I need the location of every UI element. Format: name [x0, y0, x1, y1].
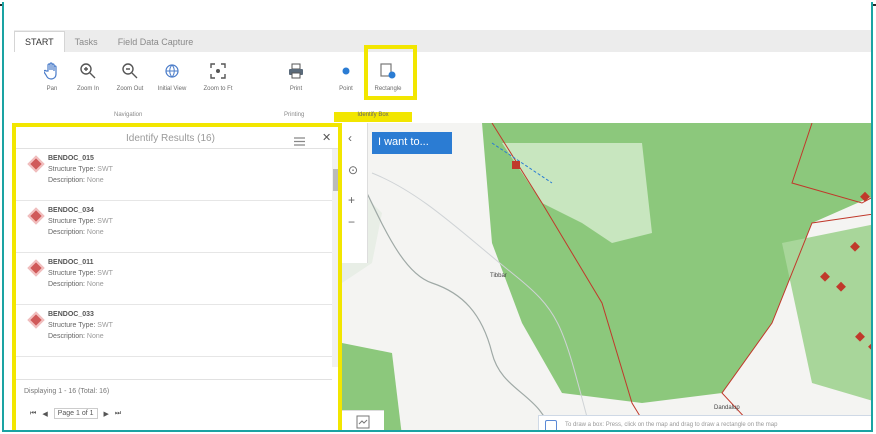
description-label: Description: — [48, 281, 85, 288]
results-list: BENDOC_015 Structure Type: SWT Descripti… — [16, 149, 332, 367]
basemap-toggle-button[interactable] — [342, 410, 384, 430]
pager: ⏮ ◀ Page 1 of 1 ▶ ⏭ — [30, 408, 121, 419]
group-identify-box-label: Identify Box — [334, 112, 412, 122]
identify-results-panel: Identify Results (16) ✕ BENDOC_015 Struc… — [12, 123, 342, 430]
point-button[interactable]: Point — [326, 60, 366, 92]
fit-extent-icon — [207, 60, 229, 82]
map-view[interactable]: ‹ ⊙ + − I want to... Tibbar Dandalup To … — [342, 123, 871, 430]
group-printing-label: Printing — [284, 112, 305, 118]
hand-icon — [41, 60, 63, 82]
displaying-count: Displaying 1 - 16 (Total: 16) — [24, 388, 110, 395]
tab-tasks[interactable]: Tasks — [65, 32, 108, 52]
list-item[interactable]: BENDOC_034 Structure Type: SWT Descripti… — [16, 201, 332, 253]
zoom-to-fit-button[interactable]: Zoom to Ft — [198, 60, 238, 92]
zoom-in-button[interactable]: Zoom In — [68, 60, 108, 92]
initial-view-button[interactable]: Initial View — [152, 60, 192, 92]
map-place-label: Tibbar — [490, 273, 507, 279]
point-label: Point — [339, 86, 353, 92]
rectangle-tool-highlight — [364, 45, 417, 100]
feature-marker-icon — [27, 259, 45, 277]
panel-footer: Displaying 1 - 16 (Total: 16) ⏮ ◀ Page 1… — [16, 379, 332, 419]
description-label: Description: — [48, 229, 85, 236]
zoom-out-icon — [119, 60, 141, 82]
result-name: BENDOC_034 — [48, 207, 94, 214]
first-page-icon[interactable]: ⏮ — [30, 410, 36, 418]
structure-type-label: Structure Type: — [48, 322, 96, 329]
structure-type-label: Structure Type: — [48, 166, 96, 173]
drawing-instruction-banner: To draw a box: Press, click on the map a… — [538, 415, 871, 430]
last-page-icon[interactable]: ⏭ — [115, 410, 121, 418]
map-canvas — [342, 123, 871, 430]
locate-icon[interactable]: ⊙ — [348, 163, 358, 177]
next-page-icon[interactable]: ▶ — [104, 410, 109, 418]
rectangle-draw-icon — [545, 420, 557, 430]
collapse-panel-icon[interactable]: ‹ — [348, 131, 352, 145]
print-label: Print — [289, 86, 303, 92]
structure-type-value: SWT — [97, 322, 113, 329]
scrollbar-thumb[interactable] — [333, 169, 338, 191]
description-value: None — [86, 229, 104, 236]
zoom-out-button[interactable]: Zoom Out — [110, 60, 150, 92]
structure-type-value: SWT — [97, 270, 113, 277]
structure-type-value: SWT — [97, 166, 113, 173]
feature-marker-icon — [27, 311, 45, 329]
panel-header: Identify Results (16) ✕ — [16, 127, 338, 149]
list-item[interactable]: BENDOC_015 Structure Type: SWT Descripti… — [16, 149, 332, 201]
feature-marker-icon — [27, 155, 45, 173]
zoom-in-label: Zoom In — [76, 86, 99, 92]
zoom-to-fit-label: Zoom to Ft — [203, 86, 233, 92]
i-want-to-button[interactable]: I want to... — [372, 132, 452, 154]
group-navigation-label: Navigation — [114, 112, 143, 118]
pan-button[interactable]: Pan — [32, 60, 72, 92]
layers-icon — [356, 415, 370, 429]
structure-type-label: Structure Type: — [48, 218, 96, 225]
description-value: None — [86, 281, 104, 288]
result-name: BENDOC_033 — [48, 311, 94, 318]
feature-marker-icon — [27, 207, 45, 225]
result-name: BENDOC_015 — [48, 155, 94, 162]
tab-field-data-capture[interactable]: Field Data Capture — [108, 32, 204, 52]
zoom-minus-icon[interactable]: − — [348, 215, 355, 229]
results-scrollbar[interactable] — [332, 149, 338, 367]
pan-label: Pan — [46, 86, 58, 92]
ribbon-tab-bar: START Tasks Field Data Capture — [14, 30, 871, 52]
description-label: Description: — [48, 333, 85, 340]
description-value: None — [86, 177, 104, 184]
initial-view-label: Initial View — [157, 86, 187, 92]
structure-type-value: SWT — [97, 218, 113, 225]
drawing-instruction-text: To draw a box: Press, click on the map a… — [565, 422, 778, 428]
description-label: Description: — [48, 177, 85, 184]
globe-icon — [161, 60, 183, 82]
point-icon — [335, 60, 357, 82]
description-value: None — [86, 333, 104, 340]
zoom-out-label: Zoom Out — [116, 86, 144, 92]
printer-icon — [285, 60, 307, 82]
panel-title: Identify Results (16) — [126, 133, 215, 144]
close-icon[interactable]: ✕ — [322, 131, 331, 144]
ribbon-toolbar: Pan Zoom In Zoom Out Initial View Zoom t… — [14, 52, 871, 124]
tab-start[interactable]: START — [14, 31, 65, 52]
app-window: START Tasks Field Data Capture Pan Zoom … — [2, 2, 873, 432]
structure-type-label: Structure Type: — [48, 270, 96, 277]
print-button[interactable]: Print — [276, 60, 316, 92]
list-item[interactable]: BENDOC_033 Structure Type: SWT Descripti… — [16, 305, 332, 357]
list-item[interactable]: BENDOC_011 Structure Type: SWT Descripti… — [16, 253, 332, 305]
result-name: BENDOC_011 — [48, 259, 94, 266]
zoom-in-icon — [77, 60, 99, 82]
map-place-label: Dandalup — [714, 405, 740, 411]
prev-page-icon[interactable]: ◀ — [42, 410, 47, 418]
zoom-plus-icon[interactable]: + — [348, 193, 355, 207]
page-indicator: Page 1 of 1 — [53, 408, 98, 419]
map-controls: ‹ ⊙ + − — [342, 123, 368, 263]
